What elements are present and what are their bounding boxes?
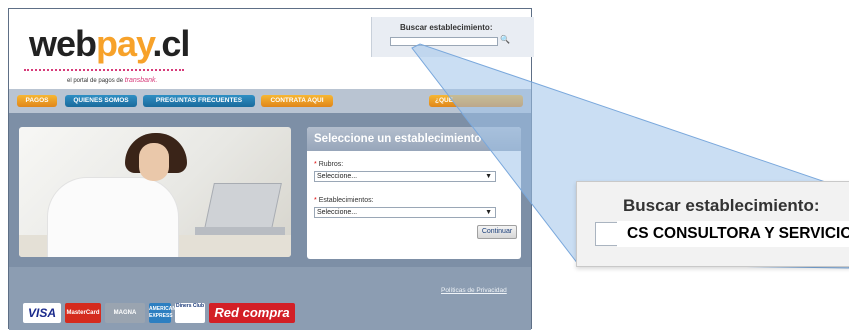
zoom-search-label: Buscar establecimiento: <box>623 196 820 215</box>
nav-quienes-somos[interactable]: QUIENES SOMOS <box>65 95 137 107</box>
redcompra-logo: Red compra <box>209 303 295 323</box>
logo-web-text: web <box>29 23 97 64</box>
search-label: Buscar establecimiento: <box>400 23 493 32</box>
mastercard-logo: MasterCard <box>65 303 101 323</box>
nav-preguntas-frecuentes[interactable]: PREGUNTAS FRECUENTES <box>143 95 255 107</box>
establecimientos-label-text: Establecimientos: <box>318 197 374 204</box>
required-marker: * <box>314 161 317 168</box>
search-icon[interactable]: 🔍 <box>500 35 510 44</box>
webpay-page: webpay.cl el portal de pagos de transban… <box>8 8 534 330</box>
rubros-select-value: Seleccione... <box>317 173 358 180</box>
establecimientos-select[interactable]: Seleccione... ▼ <box>314 207 496 218</box>
webpay-logo[interactable]: webpay.cl <box>29 23 190 64</box>
panel-title: Seleccione un establecimiento <box>307 127 521 151</box>
tagline: el portal de pagos de transbank. <box>67 77 157 84</box>
privacy-link[interactable]: Políticas de Privacidad <box>441 287 507 294</box>
search-input[interactable] <box>390 37 498 46</box>
logo-dotted-divider <box>24 69 184 71</box>
establecimientos-select-value: Seleccione... <box>317 209 358 216</box>
establecimientos-label: * Establecimientos: <box>314 197 374 204</box>
diners-logo: Diners Club <box>175 303 205 323</box>
required-marker: * <box>314 197 317 204</box>
amex-logo: AMERICAN EXPRESS <box>149 303 176 323</box>
establishment-panel: Seleccione un establecimiento * Rubros: … <box>307 127 521 259</box>
zoom-callout: Buscar establecimiento: CS CONSULTORA Y … <box>576 181 849 267</box>
rubros-label-text: Rubros: <box>318 161 344 168</box>
nav-contrata-aqui[interactable]: CONTRATA AQUI <box>261 95 333 107</box>
header: webpay.cl el portal de pagos de transban… <box>9 9 534 89</box>
rubros-select[interactable]: Seleccione... ▼ <box>314 171 496 182</box>
footer: Políticas de Privacidad VISA MasterCard … <box>9 267 531 330</box>
chevron-down-icon: ▼ <box>485 173 492 180</box>
tagline-text: el portal de pagos de <box>67 78 124 84</box>
visa-logo: VISA <box>23 303 61 323</box>
search-box: Buscar establecimiento: 🔍 <box>371 17 534 57</box>
photo-person-face <box>139 143 169 181</box>
photo-person-body <box>47 177 179 257</box>
rubros-label: * Rubros: <box>314 161 343 168</box>
main-nav: PAGOS QUIENES SOMOS PREGUNTAS FRECUENTES… <box>9 89 531 113</box>
main-content: Seleccione un establecimiento * Rubros: … <box>9 113 531 267</box>
nav-pagos[interactable]: PAGOS <box>17 95 57 107</box>
photo-laptop-base <box>195 227 285 235</box>
magna-logo: MAGNA <box>105 303 145 323</box>
zoom-search-value: CS CONSULTORA Y SERVICIOS <box>617 221 849 247</box>
transbank-brand: transbank. <box>124 77 158 84</box>
logo-pay-text: pay <box>96 23 153 64</box>
chevron-down-icon: ▼ <box>485 209 492 216</box>
logo-cl-text: .cl <box>152 23 190 64</box>
hero-photo <box>19 127 291 257</box>
nav-que-es[interactable]: ¿QUE <box>429 95 523 107</box>
continue-button[interactable]: Continuar <box>477 225 517 239</box>
photo-laptop <box>204 183 282 229</box>
